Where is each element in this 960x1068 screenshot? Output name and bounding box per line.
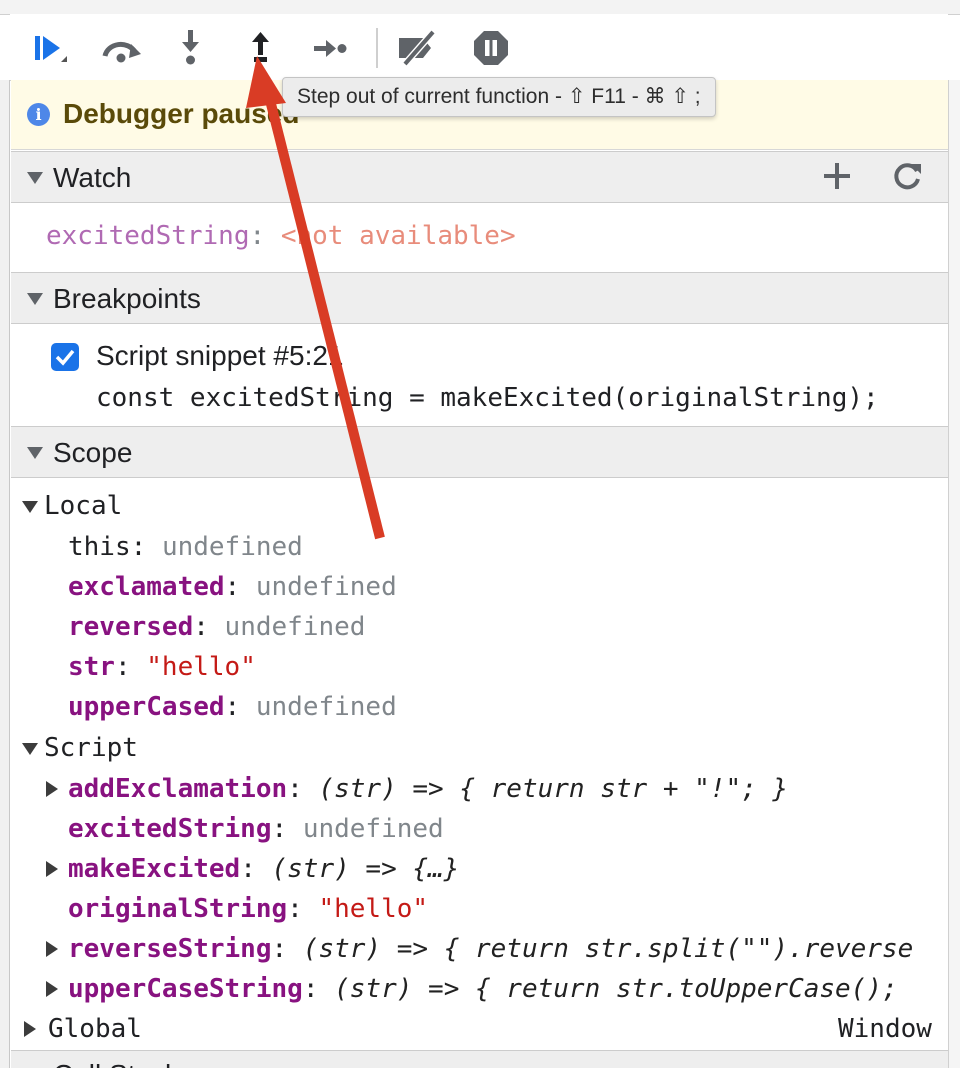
expand-triangle-icon[interactable] [24,1021,36,1037]
expand-triangle-icon [22,742,38,755]
collapse-triangle-icon [27,293,43,305]
step-into-button[interactable] [168,26,214,70]
scope-global-value: Window [838,1014,932,1044]
scope-section-header[interactable]: Scope [11,426,948,478]
watch-expression-name: excitedString [46,221,250,251]
refresh-watch-button[interactable] [889,160,925,196]
scope-var-row[interactable]: this: undefined [68,529,303,565]
resume-button[interactable] [26,26,72,70]
right-scrollbar-track[interactable] [948,80,960,1068]
deactivate-breakpoints-icon [395,28,443,68]
step-over-icon [98,28,144,68]
breakpoint-code: const excitedString = makeExcited(origin… [96,383,879,413]
toolbar-separator [376,28,378,68]
scope-var-row[interactable]: originalString: "hello" [68,891,428,927]
deactivate-breakpoints-button[interactable] [396,26,442,70]
scope-global-header[interactable]: Global [48,1011,142,1047]
refresh-icon [891,160,923,197]
watch-section-header[interactable]: Watch [11,151,948,203]
info-icon: i [27,103,50,126]
scope-var-row[interactable]: reversed: undefined [68,609,365,645]
breakpoint-checkbox[interactable] [51,343,79,371]
scope-var-row[interactable]: str: "hello" [68,649,256,685]
pause-on-exceptions-button[interactable] [468,26,514,70]
top-strip [0,0,960,15]
debugger-toolbar [10,14,948,81]
scope-var-row[interactable]: reverseString: (str) => { return str.spl… [68,931,946,967]
scope-var-row[interactable]: addExclamation: (str) => { return str + … [68,771,788,807]
scope-title: Scope [53,437,133,468]
call-stack-section-header[interactable]: Call Stack [11,1050,948,1068]
scope-script-header[interactable]: Script [22,730,138,766]
left-panel-edge [0,80,10,1068]
call-stack-title: Call Stack [53,1059,179,1068]
step-out-button[interactable] [238,26,284,70]
step-out-icon [241,27,281,69]
expand-triangle-icon[interactable] [46,941,58,957]
watch-expression-value: <not available> [280,221,516,251]
pause-on-exceptions-icon [471,28,511,68]
plus-icon [822,161,852,196]
breakpoints-title: Breakpoints [53,283,201,314]
scope-local-header[interactable]: Local [22,488,122,524]
add-watch-button[interactable] [819,160,855,196]
scope-var-row[interactable]: exclamated: undefined [68,569,397,605]
scope-var-row[interactable]: makeExcited: (str) => {…} [68,851,459,887]
resume-icon [27,28,71,68]
step-over-button[interactable] [98,26,144,70]
expand-triangle-icon[interactable] [46,861,58,877]
watch-title: Watch [53,162,132,193]
collapse-triangle-icon [27,172,43,184]
step-into-icon [171,27,211,69]
expand-triangle-icon[interactable] [46,781,58,797]
paused-message: Debugger paused [63,98,300,129]
collapse-triangle-icon [27,447,43,459]
expand-triangle-icon [22,500,38,513]
scope-var-row[interactable]: excitedString: undefined [68,811,444,847]
step-out-tooltip: Step out of current function - ⇧ F11 - ⌘… [282,77,716,117]
step-button[interactable] [308,26,354,70]
watch-expression[interactable]: excitedString: <not available> [46,218,516,254]
scope-var-row[interactable]: upperCased: undefined [68,689,397,725]
breakpoint-location[interactable]: Script snippet #5:21 [96,340,344,372]
scope-var-row[interactable]: upperCaseString: (str) => { return str.t… [68,971,946,1007]
breakpoints-section-header[interactable]: Breakpoints [11,272,948,324]
step-icon [309,28,353,68]
expand-triangle-icon[interactable] [46,981,58,997]
